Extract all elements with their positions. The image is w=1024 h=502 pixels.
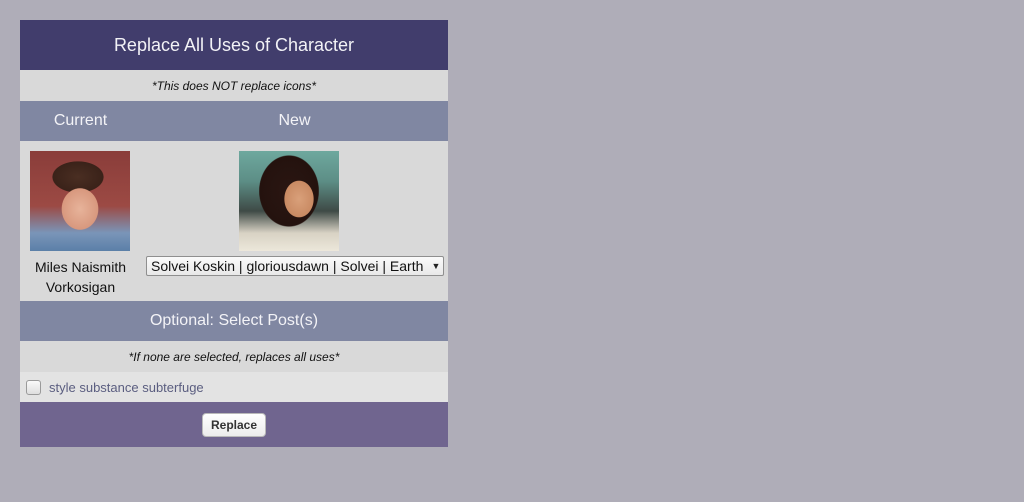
current-character-name: Miles Naismith Vorkosigan: [34, 259, 126, 295]
new-character-select-value: Solvei Koskin | gloriousdawn | Solvei | …: [151, 258, 424, 274]
posts-section-title: Optional: Select Post(s): [149, 312, 319, 329]
posts-note-row: *If none are selected, replaces all uses…: [20, 341, 448, 372]
new-character-avatar: [239, 151, 339, 251]
icons-note-row: *This does NOT replace icons*: [20, 70, 448, 101]
new-column-header: New: [278, 112, 311, 129]
chevron-down-icon: ▼: [431, 261, 441, 271]
post-option-label[interactable]: style substance subterfuge: [49, 380, 204, 395]
panel-footer: Replace: [20, 402, 448, 447]
icons-note: *This does NOT replace icons*: [151, 78, 317, 93]
characters-row: Miles Naismith Vorkosigan Solvei Koskin …: [20, 141, 448, 301]
posts-section-header: Optional: Select Post(s): [20, 301, 448, 341]
replace-button[interactable]: Replace: [201, 412, 267, 437]
replace-character-panel: Replace All Uses of Character *This does…: [20, 20, 448, 447]
post-checkbox[interactable]: [26, 379, 41, 395]
panel-title: Replace All Uses of Character: [113, 34, 355, 55]
current-character-avatar: [30, 151, 130, 251]
new-character-select[interactable]: Solvei Koskin | gloriousdawn | Solvei | …: [146, 256, 444, 276]
panel-title-bar: Replace All Uses of Character: [20, 20, 448, 70]
column-headers: Current New: [20, 101, 448, 141]
current-column-header: Current: [53, 112, 108, 129]
post-option[interactable]: style substance subterfuge: [20, 372, 448, 402]
posts-note: *If none are selected, replaces all uses…: [128, 349, 340, 364]
current-character-cell: Miles Naismith Vorkosigan: [20, 141, 141, 301]
new-character-cell: Solvei Koskin | gloriousdawn | Solvei | …: [141, 141, 448, 301]
